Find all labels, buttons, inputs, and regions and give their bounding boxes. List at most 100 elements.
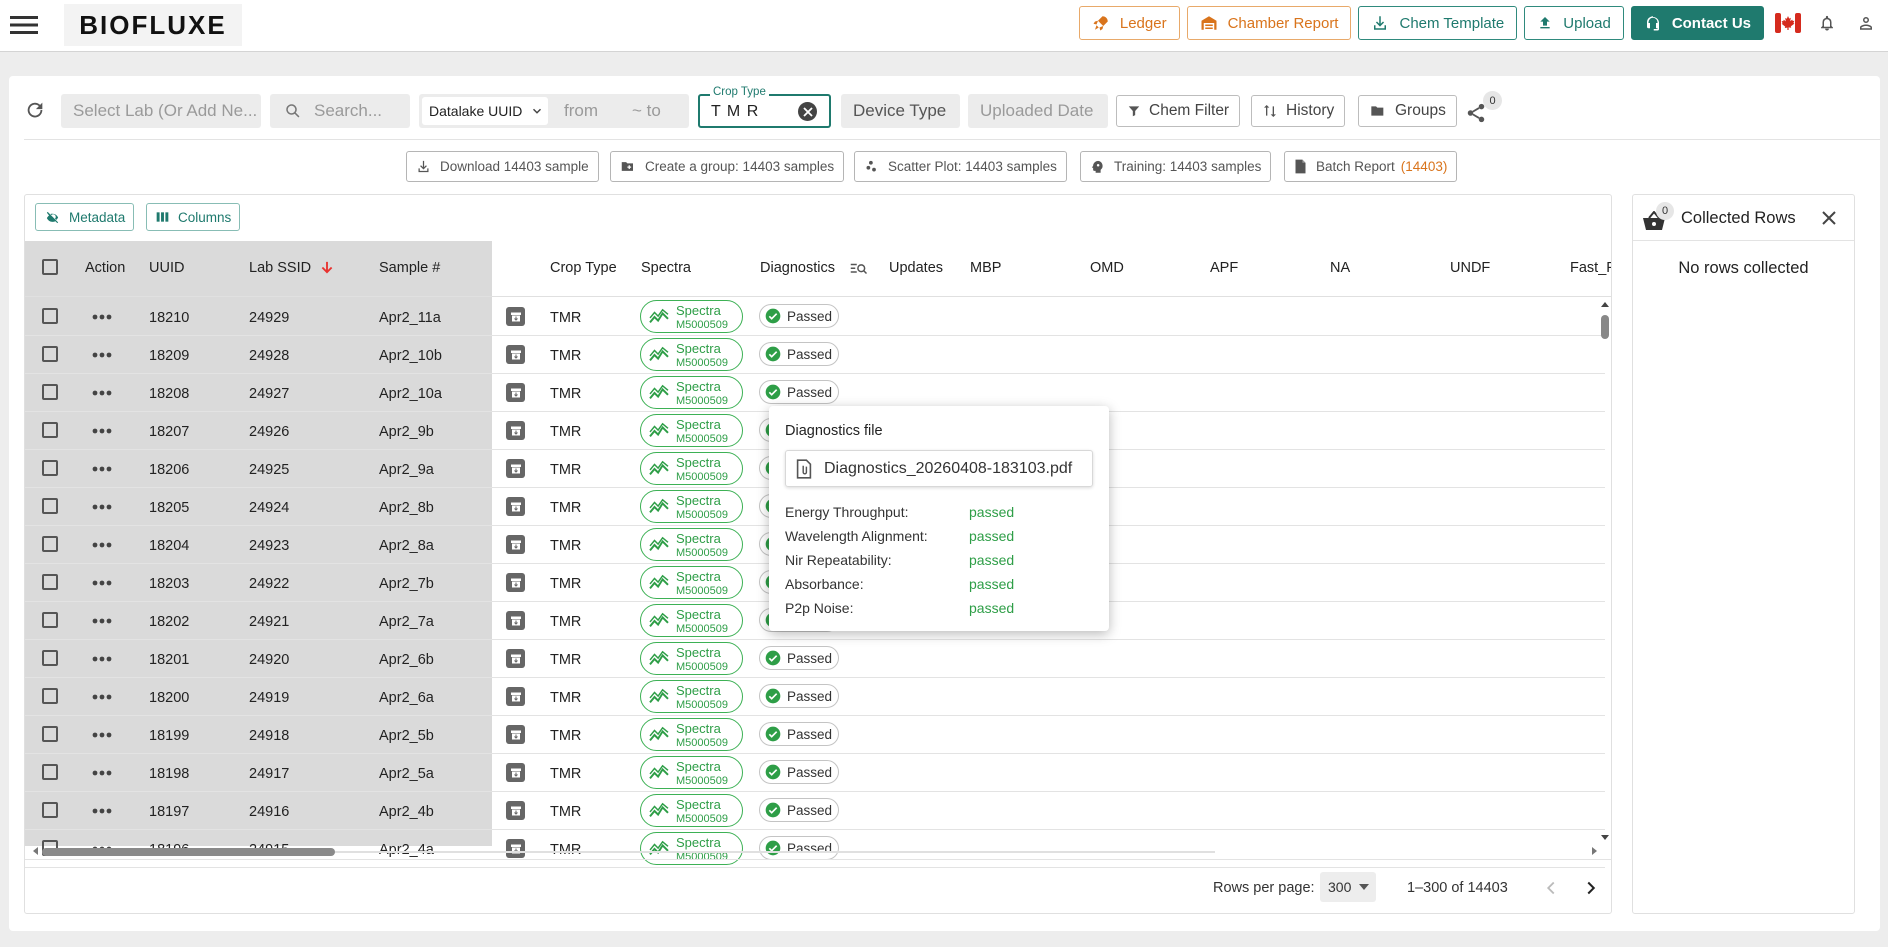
table-row[interactable]: 18201 24920 Apr2_6b TMR Spectra M5000509 Passe… xyxy=(25,640,1605,678)
more-options-icon[interactable] xyxy=(92,618,112,624)
row-select-checkbox[interactable] xyxy=(42,574,58,590)
groups-button[interactable]: Groups xyxy=(1358,95,1457,127)
row-select-checkbox[interactable] xyxy=(42,612,58,628)
col-header-mbp[interactable]: MBP xyxy=(970,260,1001,276)
row-download-button[interactable] xyxy=(506,345,525,364)
diagnostics-file-link[interactable]: Diagnostics_20260408-183103.pdf xyxy=(785,450,1093,487)
upload-button[interactable]: Upload xyxy=(1524,6,1624,40)
col-header-omd[interactable]: OMD xyxy=(1090,260,1124,276)
row-select-checkbox[interactable] xyxy=(42,498,58,514)
from-input[interactable]: from xyxy=(564,101,624,121)
more-options-icon[interactable] xyxy=(92,314,112,320)
device-type-input[interactable]: Device Type xyxy=(841,94,960,128)
more-options-icon[interactable] xyxy=(92,352,112,358)
row-download-button[interactable] xyxy=(506,383,525,402)
row-download-button[interactable] xyxy=(506,763,525,782)
col-header-apf[interactable]: APF xyxy=(1210,260,1238,276)
table-row[interactable]: 18198 24917 Apr2_5a TMR Spectra M5000509 Passe… xyxy=(25,754,1605,792)
next-page-button[interactable] xyxy=(1580,877,1602,899)
spectra-chip[interactable]: Spectra M5000509 xyxy=(640,680,743,713)
spectra-chip[interactable]: Spectra M5000509 xyxy=(640,604,743,637)
history-button[interactable]: History xyxy=(1251,95,1346,127)
account-person-icon[interactable] xyxy=(1849,6,1883,40)
spectra-chip[interactable]: Spectra M5000509 xyxy=(640,566,743,599)
more-options-icon[interactable] xyxy=(92,808,112,814)
more-options-icon[interactable] xyxy=(92,732,112,738)
diagnostics-passed-chip[interactable]: Passed xyxy=(759,684,839,708)
more-options-icon[interactable] xyxy=(92,542,112,548)
col-header-uuid[interactable]: UUID xyxy=(149,260,184,276)
more-options-icon[interactable] xyxy=(92,580,112,586)
col-header-undf[interactable]: UNDF xyxy=(1450,260,1490,276)
row-select-checkbox[interactable] xyxy=(42,802,58,818)
vertical-scrollbar[interactable] xyxy=(1599,299,1611,844)
row-select-checkbox[interactable] xyxy=(42,308,58,324)
columns-button[interactable]: Columns xyxy=(146,203,241,231)
spectra-chip[interactable]: Spectra M5000509 xyxy=(640,338,743,371)
row-select-checkbox[interactable] xyxy=(42,460,58,476)
spectra-chip[interactable]: Spectra M5000509 xyxy=(640,490,743,523)
more-options-icon[interactable] xyxy=(92,428,112,434)
close-collected-button[interactable] xyxy=(1817,206,1841,230)
row-download-button[interactable] xyxy=(506,725,525,744)
table-row[interactable]: 18197 24916 Apr2_4b TMR Spectra M5000509 Passe… xyxy=(25,792,1605,830)
spectra-chip[interactable]: Spectra M5000509 xyxy=(640,528,743,561)
ledger-button[interactable]: Ledger xyxy=(1078,6,1180,40)
more-options-icon[interactable] xyxy=(92,390,112,396)
row-download-button[interactable] xyxy=(506,611,525,630)
diagnostics-passed-chip[interactable]: Passed xyxy=(759,380,839,404)
previous-page-button[interactable] xyxy=(1540,877,1562,899)
crop-type-input[interactable]: Crop Type T M R xyxy=(698,86,831,128)
col-header-spectra[interactable]: Spectra xyxy=(641,260,691,276)
clear-crop-type-icon[interactable] xyxy=(798,102,817,121)
row-select-checkbox[interactable] xyxy=(42,384,58,400)
notifications-bell-icon[interactable] xyxy=(1810,6,1844,40)
diagnostics-passed-chip[interactable]: Passed xyxy=(759,304,839,328)
chem-template-button[interactable]: Chem Template xyxy=(1358,6,1518,40)
col-header-crop-type[interactable]: Crop Type xyxy=(550,260,617,276)
uploaded-date-input[interactable]: Uploaded Date xyxy=(968,94,1108,128)
diagnostics-filter-search-icon[interactable] xyxy=(850,262,868,276)
row-download-button[interactable] xyxy=(506,573,525,592)
row-download-button[interactable] xyxy=(506,307,525,326)
row-select-checkbox[interactable] xyxy=(42,650,58,666)
col-header-diagnostics[interactable]: Diagnostics xyxy=(760,260,835,276)
spectra-chip[interactable]: Spectra M5000509 xyxy=(640,376,743,409)
spectra-chip[interactable]: Spectra M5000509 xyxy=(640,300,743,333)
rows-per-page-select[interactable]: 300 xyxy=(1320,872,1376,902)
diagnostics-passed-chip[interactable]: Passed xyxy=(759,760,839,784)
row-select-checkbox[interactable] xyxy=(42,688,58,704)
table-row[interactable]: 18199 24918 Apr2_5b TMR Spectra M5000509 Passe… xyxy=(25,716,1605,754)
horizontal-scrollbar[interactable] xyxy=(25,843,1611,859)
row-download-button[interactable] xyxy=(506,649,525,668)
more-options-icon[interactable] xyxy=(92,656,112,662)
row-download-button[interactable] xyxy=(506,801,525,820)
diagnostics-passed-chip[interactable]: Passed xyxy=(759,722,839,746)
spectra-chip[interactable]: Spectra M5000509 xyxy=(640,452,743,485)
training-button[interactable]: Training: 14403 samples xyxy=(1080,151,1272,182)
col-header-sample[interactable]: Sample # xyxy=(379,260,440,276)
canada-flag-icon[interactable] xyxy=(1771,6,1805,40)
spectra-chip[interactable]: Spectra M5000509 xyxy=(640,756,743,789)
table-row[interactable]: 18209 24928 Apr2_10b TMR Spectra M5000509 Pass… xyxy=(25,336,1605,374)
col-header-na[interactable]: NA xyxy=(1330,260,1350,276)
row-download-button[interactable] xyxy=(506,459,525,478)
scatter-plot-button[interactable]: Scatter Plot: 14403 samples xyxy=(854,151,1067,182)
table-row[interactable]: 18210 24929 Apr2_11a TMR Spectra M5000509 Pass… xyxy=(25,298,1605,336)
batch-report-button[interactable]: Batch Report (14403) xyxy=(1284,151,1458,182)
col-header-updates[interactable]: Updates xyxy=(889,260,943,276)
row-download-button[interactable] xyxy=(506,687,525,706)
row-download-button[interactable] xyxy=(506,421,525,440)
contact-us-button[interactable]: Contact Us xyxy=(1630,6,1764,40)
row-download-button[interactable] xyxy=(506,497,525,516)
row-select-checkbox[interactable] xyxy=(42,346,58,362)
app-logo[interactable]: BIOFLUXE xyxy=(64,4,242,46)
id-type-select[interactable]: Datalake UUID xyxy=(422,97,548,125)
spectra-chip[interactable]: Spectra M5000509 xyxy=(640,642,743,675)
create-group-button[interactable]: Create a group: 14403 samples xyxy=(610,151,845,182)
col-header-fast-p[interactable]: Fast_P xyxy=(1570,260,1611,276)
diagnostics-passed-chip[interactable]: Passed xyxy=(759,646,839,670)
menu-icon[interactable] xyxy=(9,12,39,38)
row-select-checkbox[interactable] xyxy=(42,764,58,780)
row-select-checkbox[interactable] xyxy=(42,422,58,438)
